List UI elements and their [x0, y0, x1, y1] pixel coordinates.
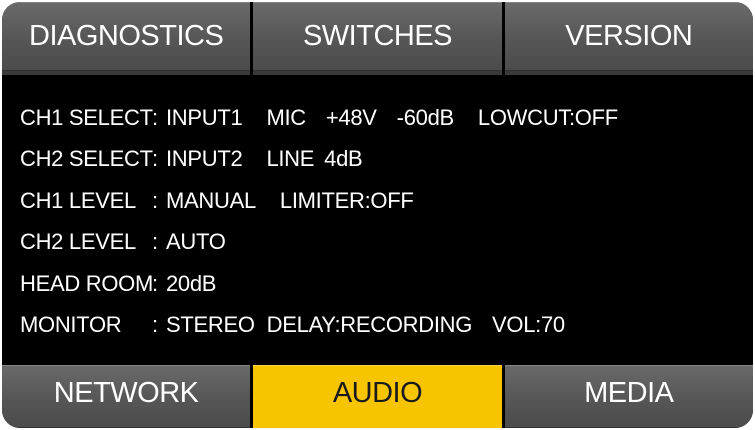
monitor-mode-value: STEREO	[166, 311, 255, 337]
audio-status-screen: DIAGNOSTICS SWITCHES VERSION CH1 SELECT:…	[2, 2, 753, 428]
ch1-limiter-value: LIMITER:OFF	[279, 187, 414, 213]
row-monitor: MONITOR: STEREO DELAY:RECORDING VOL:70	[20, 304, 740, 345]
row-label: HEAD ROOM	[20, 270, 153, 296]
monitor-delay-value: DELAY:RECORDING	[266, 311, 473, 337]
row-ch1-select: CH1 SELECT: INPUT1 MIC +48V -60dB LOWCUT:OFF	[20, 97, 740, 138]
ch1-gain-value: -60dB	[396, 105, 455, 130]
ch2-type-value: LINE	[266, 146, 315, 172]
row-colon: :	[152, 229, 158, 255]
row-ch2-select: CH2 SELECT: INPUT2 LINE 4dB	[20, 138, 740, 179]
ch1-phantom-value: +48V	[325, 105, 377, 130]
row-label: CH2 SELECT	[20, 146, 153, 172]
tab-media[interactable]: MEDIA	[504, 365, 753, 428]
head-room-value: 20dB	[166, 270, 217, 296]
row-label: MONITOR	[20, 311, 122, 337]
row-ch2-level: CH2 LEVEL: AUTO	[20, 221, 740, 262]
ch2-level-mode-value: AUTO	[166, 229, 226, 255]
ch2-input-value: INPUT2	[166, 146, 243, 172]
row-label: CH1 LEVEL	[20, 187, 136, 213]
row-colon: :	[152, 270, 158, 296]
row-ch1-level: CH1 LEVEL: MANUAL LIMITER:OFF	[20, 180, 740, 221]
tab-switches[interactable]: SWITCHES	[253, 2, 502, 75]
bottom-tab-bar: NETWORK AUDIO MEDIA	[2, 365, 753, 428]
tab-audio[interactable]: AUDIO	[253, 365, 502, 428]
top-tab-bar: DIAGNOSTICS SWITCHES VERSION	[2, 2, 753, 75]
ch1-type-value: MIC	[266, 105, 306, 130]
row-head-room: HEAD ROOM: 20dB	[20, 263, 740, 304]
tab-diagnostics[interactable]: DIAGNOSTICS	[2, 2, 251, 75]
ch2-gain-value: 4dB	[324, 146, 363, 172]
audio-settings-list: CH1 SELECT: INPUT1 MIC +48V -60dB LOWCUT:OFF …	[20, 97, 740, 345]
row-label: CH2 LEVEL	[20, 229, 136, 255]
tab-version[interactable]: VERSION	[504, 2, 753, 75]
ch1-input-value: INPUT1	[166, 105, 243, 130]
row-label: CH1 SELECT	[20, 105, 153, 130]
monitor-volume-value: VOL:70	[492, 311, 565, 337]
row-colon: :	[152, 105, 158, 130]
row-colon: :	[152, 146, 158, 172]
tab-network[interactable]: NETWORK	[2, 365, 251, 428]
row-colon: :	[152, 187, 158, 213]
ch1-lowcut-value: LOWCUT:OFF	[477, 105, 618, 130]
ch1-level-mode-value: MANUAL	[166, 187, 256, 213]
row-colon: :	[152, 311, 158, 337]
